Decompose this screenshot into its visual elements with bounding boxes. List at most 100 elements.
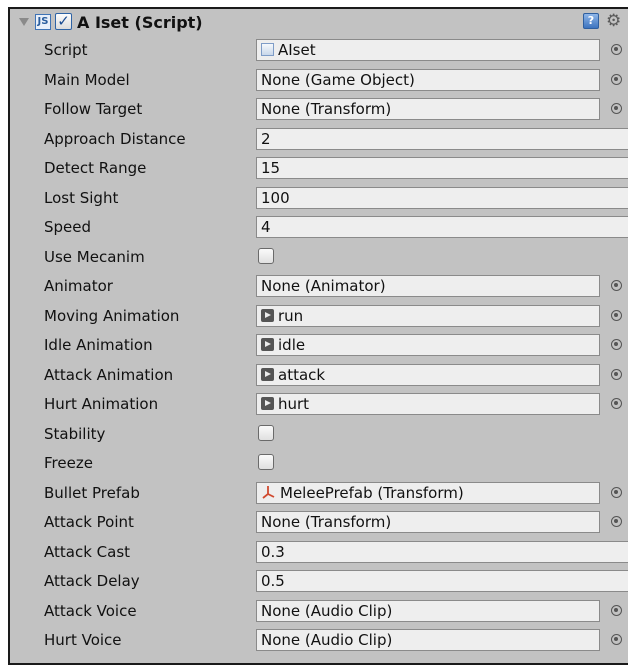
speed-number-field[interactable]: 4 xyxy=(256,216,628,238)
attack-animation-object-field[interactable]: attack xyxy=(256,363,600,386)
inspector-panel: JS ✓ A Iset (Script) ? ⚙ Script AIset Main… xyxy=(8,7,628,665)
property-label: Attack Cast xyxy=(44,542,131,561)
field-value: 15 xyxy=(261,159,281,177)
freeze-checkbox[interactable] xyxy=(258,454,274,470)
object-picker-icon[interactable] xyxy=(611,368,622,380)
component-title: A Iset (Script) xyxy=(77,13,203,32)
property-label: Freeze xyxy=(44,454,93,472)
property-row-attack-animation: Attack Animation attack xyxy=(10,361,628,391)
object-picker-icon[interactable] xyxy=(611,44,622,55)
field-value: 100 xyxy=(261,188,290,207)
gear-icon[interactable]: ⚙ xyxy=(606,11,626,31)
moving-animation-object-field[interactable]: run xyxy=(256,304,600,327)
property-label: Lost Sight xyxy=(44,188,119,207)
detect-range-number-field[interactable]: 15 xyxy=(256,157,628,179)
property-label: Attack Point xyxy=(44,513,134,531)
foldout-arrow-icon[interactable] xyxy=(19,18,29,26)
object-picker-icon[interactable] xyxy=(611,280,622,291)
stability-checkbox[interactable] xyxy=(258,424,274,441)
field-value: 2 xyxy=(261,129,271,148)
object-picker-icon[interactable] xyxy=(611,516,622,527)
object-picker-icon[interactable] xyxy=(611,604,622,616)
script-file-icon xyxy=(261,43,274,56)
field-value: idle xyxy=(278,336,306,354)
object-picker-icon[interactable] xyxy=(611,486,622,498)
property-row-bullet-prefab: Bullet Prefab MeleePrefab (Transform) xyxy=(10,479,628,509)
approach-distance-number-field[interactable]: 2 xyxy=(256,127,628,150)
object-picker-icon[interactable] xyxy=(611,634,622,645)
javascript-icon: JS xyxy=(35,14,51,30)
field-value: run xyxy=(278,306,304,325)
follow-target-object-field[interactable]: None (Transform) xyxy=(256,98,600,120)
property-row-attack-voice: Attack Voice None (Audio Clip) xyxy=(10,597,628,627)
property-label: Bullet Prefab xyxy=(44,483,140,502)
property-row-hurt-voice: Hurt Voice None (Audio Clip) xyxy=(10,626,628,656)
property-label: Hurt Voice xyxy=(44,631,122,649)
object-picker-icon[interactable] xyxy=(611,339,622,350)
property-label: Attack Voice xyxy=(44,601,137,620)
property-row-hurt-animation: Hurt Animation hurt xyxy=(10,390,628,420)
property-label: Use Mecanim xyxy=(44,247,145,266)
property-row-animator: Animator None (Animator) xyxy=(10,272,628,302)
attack-point-object-field[interactable]: None (Transform) xyxy=(256,511,600,533)
property-row-lost-sight: Lost Sight 100 xyxy=(10,184,628,214)
property-row-speed: Speed 4 xyxy=(10,213,628,243)
property-row-moving-animation: Moving Animation run xyxy=(10,302,628,332)
component-enabled-checkbox[interactable]: ✓ xyxy=(55,13,72,30)
field-value: attack xyxy=(278,365,326,384)
property-row-main-model: Main Model None (Game Object) xyxy=(10,66,628,96)
use-mecanim-checkbox[interactable] xyxy=(258,247,274,264)
lost-sight-number-field[interactable]: 100 xyxy=(256,186,628,209)
field-value: None (Transform) xyxy=(261,100,392,118)
property-label: Attack Animation xyxy=(44,365,174,384)
component-header[interactable]: JS ✓ A Iset (Script) ? ⚙ xyxy=(10,9,628,37)
animator-object-field[interactable]: None (Animator) xyxy=(256,275,600,297)
script-object-field[interactable]: AIset xyxy=(256,39,600,61)
idle-animation-object-field[interactable]: idle xyxy=(256,334,600,356)
property-label: Moving Animation xyxy=(44,306,180,325)
field-value: 0.5 xyxy=(261,572,285,590)
property-label: Approach Distance xyxy=(44,129,186,148)
property-label: Attack Delay xyxy=(44,572,140,590)
field-value: MeleePrefab (Transform) xyxy=(280,483,464,502)
property-row-approach-distance: Approach Distance 2 xyxy=(10,125,628,155)
field-value: 0.3 xyxy=(261,542,285,561)
field-value: None (Animator) xyxy=(261,277,386,295)
attack-delay-number-field[interactable]: 0.5 xyxy=(256,570,628,592)
property-row-freeze: Freeze xyxy=(10,449,628,479)
attack-cast-number-field[interactable]: 0.3 xyxy=(256,540,628,563)
property-row-follow-target: Follow Target None (Transform) xyxy=(10,95,628,125)
attack-voice-object-field[interactable]: None (Audio Clip) xyxy=(256,599,600,622)
property-label: Script xyxy=(44,41,88,59)
property-row-idle-animation: Idle Animation idle xyxy=(10,331,628,361)
property-row-stability: Stability xyxy=(10,420,628,450)
property-label: Hurt Animation xyxy=(44,395,159,413)
property-label: Follow Target xyxy=(44,100,143,118)
object-picker-icon[interactable] xyxy=(611,103,622,114)
transform-prefab-icon xyxy=(261,484,276,499)
property-label: Main Model xyxy=(44,70,130,89)
field-value: None (Transform) xyxy=(261,513,392,531)
field-value: None (Audio Clip) xyxy=(261,601,393,620)
bullet-prefab-object-field[interactable]: MeleePrefab (Transform) xyxy=(256,481,600,504)
field-value: AIset xyxy=(278,41,316,59)
property-label: Stability xyxy=(44,424,106,443)
property-row-detect-range: Detect Range 15 xyxy=(10,154,628,184)
field-value: hurt xyxy=(278,395,310,413)
property-label: Detect Range xyxy=(44,159,147,177)
hurt-voice-object-field[interactable]: None (Audio Clip) xyxy=(256,629,600,651)
property-row-attack-delay: Attack Delay 0.5 xyxy=(10,567,628,597)
object-picker-icon[interactable] xyxy=(611,73,622,85)
help-book-icon[interactable]: ? xyxy=(583,13,599,29)
object-picker-icon[interactable] xyxy=(611,398,622,409)
hurt-animation-object-field[interactable]: hurt xyxy=(256,393,600,415)
animation-clip-icon xyxy=(261,397,274,410)
property-row-script: Script AIset xyxy=(10,36,628,66)
property-row-attack-point: Attack Point None (Transform) xyxy=(10,508,628,538)
property-row-attack-cast: Attack Cast 0.3 xyxy=(10,538,628,568)
object-picker-icon[interactable] xyxy=(611,309,622,321)
property-label: Idle Animation xyxy=(44,336,153,354)
field-value: 4 xyxy=(261,218,271,236)
animation-clip-icon xyxy=(261,308,274,322)
main-model-object-field[interactable]: None (Game Object) xyxy=(256,68,600,91)
